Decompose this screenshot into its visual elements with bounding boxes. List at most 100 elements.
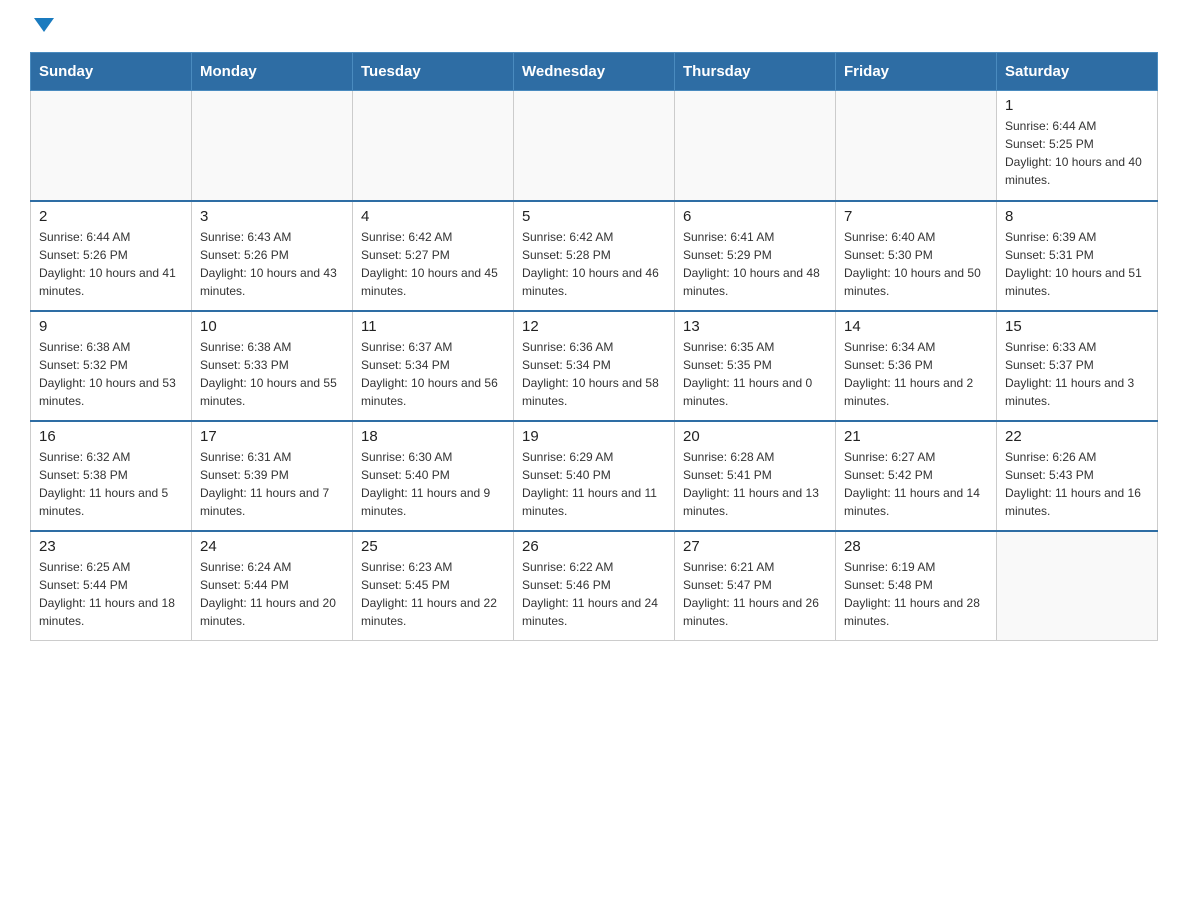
calendar-cell	[997, 531, 1158, 641]
calendar-cell: 8Sunrise: 6:39 AM Sunset: 5:31 PM Daylig…	[997, 201, 1158, 311]
day-info: Sunrise: 6:40 AM Sunset: 5:30 PM Dayligh…	[844, 228, 988, 300]
calendar-cell: 11 Sunrise: 6:37 AM Sunset: 5:34 PM Dayli…	[353, 311, 514, 421]
weekday-header-wednesday: Wednesday	[514, 53, 675, 91]
day-info: Sunrise: 6:23 AM Sunset: 5:45 PM Dayligh…	[361, 558, 505, 630]
calendar-cell: 13 Sunrise: 6:35 AM Sunset: 5:35 PM Dayli…	[675, 311, 836, 421]
day-info: Sunrise: 6:22 AM Sunset: 5:46 PM Dayligh…	[522, 558, 666, 630]
day-number: 1	[1005, 97, 1149, 114]
day-number: 3	[200, 208, 344, 225]
day-number: 18	[361, 428, 505, 445]
day-number: 2	[39, 208, 183, 225]
calendar-cell: 15 Sunrise: 6:33 AM Sunset: 5:37 PM Dayli…	[997, 311, 1158, 421]
day-info: Sunrise: 6:25 AM Sunset: 5:44 PM Dayligh…	[39, 558, 183, 630]
calendar-cell: 12 Sunrise: 6:36 AM Sunset: 5:34 PM Dayli…	[514, 311, 675, 421]
day-number: 6	[683, 208, 827, 225]
day-info: Sunrise: 6:19 AM Sunset: 5:48 PM Dayligh…	[844, 558, 988, 630]
day-number: 5	[522, 208, 666, 225]
day-info: Sunrise: 6:32 AM Sunset: 5:38 PM Dayligh…	[39, 448, 183, 520]
weekday-header-sunday: Sunday	[31, 53, 192, 91]
calendar-cell: 3 Sunrise: 6:43 AM Sunset: 5:26 PM Daylig…	[192, 201, 353, 311]
calendar-cell: 2 Sunrise: 6:44 AM Sunset: 5:26 PM Daylig…	[31, 201, 192, 311]
logo	[30, 20, 54, 34]
calendar-cell	[675, 91, 836, 201]
weekday-header-saturday: Saturday	[997, 53, 1158, 91]
calendar-cell: 4 Sunrise: 6:42 AM Sunset: 5:27 PM Daylig…	[353, 201, 514, 311]
day-number: 15	[1005, 318, 1149, 335]
calendar-table: SundayMondayTuesdayWednesdayThursdayFrid…	[30, 52, 1158, 641]
calendar-cell: 6 Sunrise: 6:41 AM Sunset: 5:29 PM Daylig…	[675, 201, 836, 311]
day-number: 27	[683, 538, 827, 555]
weekday-header-friday: Friday	[836, 53, 997, 91]
day-info: Sunrise: 6:42 AM Sunset: 5:27 PM Dayligh…	[361, 228, 505, 300]
calendar-week-row: 9 Sunrise: 6:38 AM Sunset: 5:32 PM Daylig…	[31, 311, 1158, 421]
calendar-cell: 14 Sunrise: 6:34 AM Sunset: 5:36 PM Dayli…	[836, 311, 997, 421]
day-info: Sunrise: 6:44 AM Sunset: 5:25 PM Dayligh…	[1005, 117, 1149, 189]
calendar-cell	[353, 91, 514, 201]
day-info: Sunrise: 6:30 AM Sunset: 5:40 PM Dayligh…	[361, 448, 505, 520]
calendar-cell: 5 Sunrise: 6:42 AM Sunset: 5:28 PM Daylig…	[514, 201, 675, 311]
day-number: 12	[522, 318, 666, 335]
day-number: 24	[200, 538, 344, 555]
calendar-cell	[192, 91, 353, 201]
day-number: 13	[683, 318, 827, 335]
day-number: 19	[522, 428, 666, 445]
calendar-cell: 19 Sunrise: 6:29 AM Sunset: 5:40 PM Dayli…	[514, 421, 675, 531]
day-info: Sunrise: 6:44 AM Sunset: 5:26 PM Dayligh…	[39, 228, 183, 300]
day-number: 21	[844, 428, 988, 445]
calendar-week-row: 16 Sunrise: 6:32 AM Sunset: 5:38 PM Dayli…	[31, 421, 1158, 531]
calendar-cell: 26 Sunrise: 6:22 AM Sunset: 5:46 PM Dayli…	[514, 531, 675, 641]
day-info: Sunrise: 6:29 AM Sunset: 5:40 PM Dayligh…	[522, 448, 666, 520]
calendar-week-row: 1 Sunrise: 6:44 AM Sunset: 5:25 PM Daylig…	[31, 91, 1158, 201]
weekday-header-monday: Monday	[192, 53, 353, 91]
day-info: Sunrise: 6:28 AM Sunset: 5:41 PM Dayligh…	[683, 448, 827, 520]
day-info: Sunrise: 6:38 AM Sunset: 5:32 PM Dayligh…	[39, 338, 183, 410]
day-number: 9	[39, 318, 183, 335]
day-number: 10	[200, 318, 344, 335]
day-info: Sunrise: 6:41 AM Sunset: 5:29 PM Dayligh…	[683, 228, 827, 300]
calendar-cell: 20 Sunrise: 6:28 AM Sunset: 5:41 PM Dayli…	[675, 421, 836, 531]
day-number: 11	[361, 318, 505, 335]
day-info: Sunrise: 6:42 AM Sunset: 5:28 PM Dayligh…	[522, 228, 666, 300]
day-number: 16	[39, 428, 183, 445]
day-number: 25	[361, 538, 505, 555]
day-info: Sunrise: 6:26 AM Sunset: 5:43 PM Dayligh…	[1005, 448, 1149, 520]
day-number: 26	[522, 538, 666, 555]
day-info: Sunrise: 6:38 AM Sunset: 5:33 PM Dayligh…	[200, 338, 344, 410]
day-number: 22	[1005, 428, 1149, 445]
calendar-cell: 16 Sunrise: 6:32 AM Sunset: 5:38 PM Dayli…	[31, 421, 192, 531]
calendar-cell	[836, 91, 997, 201]
day-info: Sunrise: 6:35 AM Sunset: 5:35 PM Dayligh…	[683, 338, 827, 410]
calendar-cell: 25 Sunrise: 6:23 AM Sunset: 5:45 PM Dayli…	[353, 531, 514, 641]
day-info: Sunrise: 6:43 AM Sunset: 5:26 PM Dayligh…	[200, 228, 344, 300]
calendar-cell: 17 Sunrise: 6:31 AM Sunset: 5:39 PM Dayli…	[192, 421, 353, 531]
calendar-cell: 7 Sunrise: 6:40 AM Sunset: 5:30 PM Daylig…	[836, 201, 997, 311]
day-number: 17	[200, 428, 344, 445]
day-number: 4	[361, 208, 505, 225]
calendar-cell: 1 Sunrise: 6:44 AM Sunset: 5:25 PM Daylig…	[997, 91, 1158, 201]
day-info: Sunrise: 6:33 AM Sunset: 5:37 PM Dayligh…	[1005, 338, 1149, 410]
calendar-cell	[31, 91, 192, 201]
day-info: Sunrise: 6:31 AM Sunset: 5:39 PM Dayligh…	[200, 448, 344, 520]
calendar-cell: 24 Sunrise: 6:24 AM Sunset: 5:44 PM Dayli…	[192, 531, 353, 641]
day-number: 23	[39, 538, 183, 555]
page-header	[30, 20, 1158, 34]
day-info: Sunrise: 6:36 AM Sunset: 5:34 PM Dayligh…	[522, 338, 666, 410]
calendar-week-row: 2 Sunrise: 6:44 AM Sunset: 5:26 PM Daylig…	[31, 201, 1158, 311]
day-number: 20	[683, 428, 827, 445]
day-number: 7	[844, 208, 988, 225]
calendar-week-row: 23 Sunrise: 6:25 AM Sunset: 5:44 PM Dayli…	[31, 531, 1158, 641]
day-info: Sunrise: 6:34 AM Sunset: 5:36 PM Dayligh…	[844, 338, 988, 410]
calendar-cell: 22 Sunrise: 6:26 AM Sunset: 5:43 PM Dayli…	[997, 421, 1158, 531]
weekday-header-thursday: Thursday	[675, 53, 836, 91]
calendar-cell: 9 Sunrise: 6:38 AM Sunset: 5:32 PM Daylig…	[31, 311, 192, 421]
calendar-cell: 23 Sunrise: 6:25 AM Sunset: 5:44 PM Dayli…	[31, 531, 192, 641]
day-number: 14	[844, 318, 988, 335]
calendar-cell	[514, 91, 675, 201]
day-info: Sunrise: 6:27 AM Sunset: 5:42 PM Dayligh…	[844, 448, 988, 520]
day-info: Sunrise: 6:24 AM Sunset: 5:44 PM Dayligh…	[200, 558, 344, 630]
calendar-cell: 27 Sunrise: 6:21 AM Sunset: 5:47 PM Dayli…	[675, 531, 836, 641]
calendar-cell: 28Sunrise: 6:19 AM Sunset: 5:48 PM Dayli…	[836, 531, 997, 641]
day-info: Sunrise: 6:21 AM Sunset: 5:47 PM Dayligh…	[683, 558, 827, 630]
calendar-cell: 10 Sunrise: 6:38 AM Sunset: 5:33 PM Dayli…	[192, 311, 353, 421]
day-info: Sunrise: 6:37 AM Sunset: 5:34 PM Dayligh…	[361, 338, 505, 410]
